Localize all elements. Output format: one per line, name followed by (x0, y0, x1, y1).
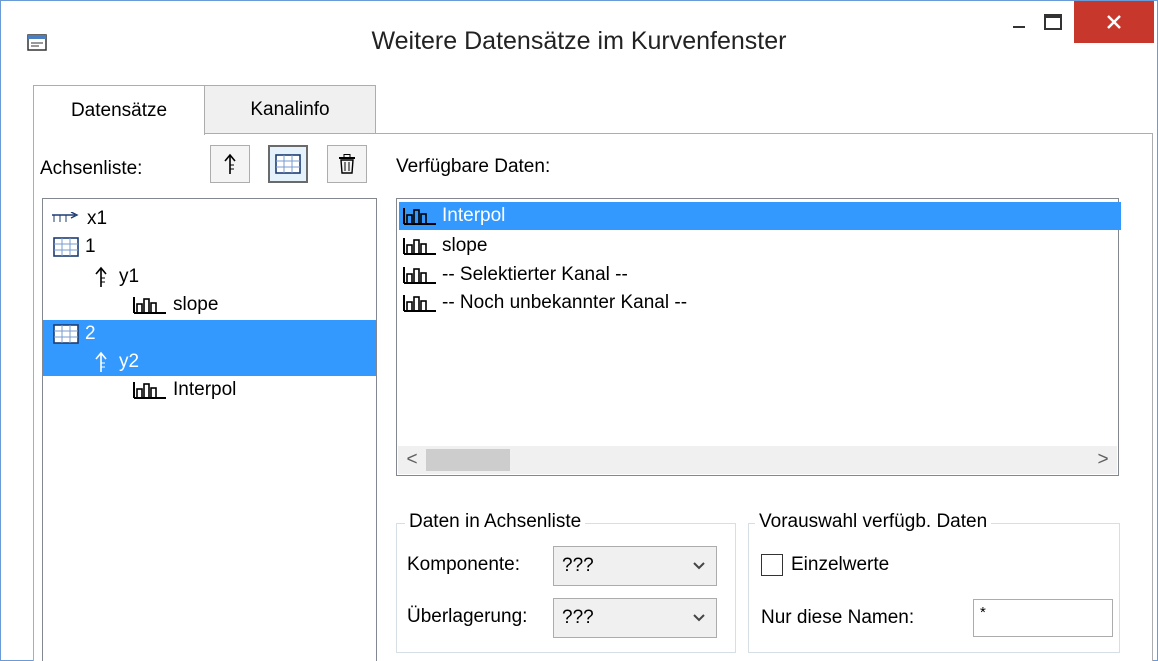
einzelwerte-label: Einzelwerte (791, 554, 890, 575)
grid-frame-icon (53, 324, 79, 344)
tree-item-label: y1 (119, 266, 140, 287)
dialog-client-area: Datensätze Kanalinfo Achsenliste: x1 1 y… (11, 79, 1153, 661)
axis-arrow-icon (95, 351, 107, 372)
vorauswahl-group: Vorauswahl verfügb. Daten Einzelwerte Nu… (748, 511, 1120, 653)
chevron-down-icon (693, 562, 705, 570)
bar-chart-icon (403, 267, 436, 284)
achsenliste-label: Achsenliste: (40, 158, 143, 179)
tree-item-label: y2 (119, 351, 140, 372)
bar-chart-icon (133, 297, 166, 314)
scroll-left-button[interactable]: < (398, 446, 426, 474)
list-item-label: Interpol (442, 205, 506, 226)
tree-item-y2[interactable]: y2 (43, 348, 376, 376)
tab-kanalinfo[interactable]: Kanalinfo (204, 85, 376, 133)
grid-frame-icon (53, 237, 79, 257)
window-title: Weitere Datensätze im Kurvenfenster (371, 27, 787, 55)
close-icon (1107, 15, 1121, 29)
komponente-label: Komponente: (407, 554, 521, 575)
tree-item-frame-1[interactable]: 1 (43, 233, 376, 261)
daten-in-achsenliste-group: Daten in Achsenliste Komponente: ??? Übe… (396, 511, 736, 653)
x-axis-ruler-icon (52, 212, 79, 222)
bar-chart-icon (403, 295, 436, 312)
list-item-slope[interactable]: slope (399, 232, 1121, 260)
group-legend: Vorauswahl verfügb. Daten (755, 511, 992, 533)
maximize-icon (1044, 14, 1062, 30)
tree-item-label: Interpol (173, 379, 237, 400)
verfuegbare-daten-label: Verfügbare Daten: (396, 156, 551, 177)
trash-icon (339, 154, 355, 174)
tree-item-frame-2[interactable]: 2 (43, 320, 376, 348)
scroll-right-button[interactable]: > (1089, 446, 1117, 474)
tree-item-interpol[interactable]: Interpol (43, 376, 376, 404)
list-item-label: -- Selektierter Kanal -- (442, 264, 628, 285)
tree-item-y1[interactable]: y1 (43, 263, 376, 291)
add-axis-button[interactable] (210, 145, 250, 183)
tree-item-slope[interactable]: slope (43, 291, 376, 319)
select-value: ??? (562, 555, 594, 576)
verfuegbare-daten-list[interactable]: Interpol slope -- Selektierter Kanal -- … (396, 198, 1121, 476)
tree-item-x1[interactable]: x1 (43, 205, 376, 233)
nur-diese-namen-label: Nur diese Namen: (761, 607, 915, 628)
bar-chart-icon (133, 382, 166, 399)
tree-item-label: slope (173, 294, 219, 315)
delete-button[interactable] (327, 145, 367, 183)
datensaetze-panel: Achsenliste: x1 1 y1 slope 2 y2 Interpol… (33, 133, 1153, 661)
horizontal-scrollbar[interactable]: < > (398, 446, 1117, 474)
list-item-label: slope (442, 235, 488, 256)
einzelwerte-checkbox[interactable] (761, 554, 783, 576)
bar-chart-icon (403, 208, 436, 225)
list-item-interpol[interactable]: Interpol (399, 202, 1121, 230)
grid-frame-icon (275, 154, 301, 174)
add-frame-button[interactable] (268, 145, 308, 183)
select-value: ??? (562, 607, 594, 628)
ueberlagerung-select[interactable]: ??? (553, 598, 717, 638)
tab-datensaetze[interactable]: Datensätze (33, 85, 205, 135)
bar-chart-icon (403, 238, 436, 255)
ueberlagerung-label: Überlagerung: (407, 606, 528, 627)
minimize-icon (1013, 26, 1025, 28)
tree-item-label: 2 (85, 323, 96, 344)
chevron-down-icon (693, 614, 705, 622)
tree-item-label: x1 (87, 208, 108, 229)
axis-arrow-icon (224, 153, 236, 174)
list-item-selektierter-kanal[interactable]: -- Selektierter Kanal -- (399, 261, 1121, 289)
komponente-select[interactable]: ??? (553, 546, 717, 586)
maximize-button[interactable] (1031, 1, 1075, 43)
list-item-label: -- Noch unbekannter Kanal -- (442, 292, 688, 313)
tree-item-label: 1 (85, 236, 96, 257)
title-bar: Weitere Datensätze im Kurvenfenster (1, 1, 1157, 79)
scrollbar-thumb[interactable] (426, 449, 510, 471)
axis-arrow-icon (95, 266, 107, 287)
list-item-unbekannter-kanal[interactable]: -- Noch unbekannter Kanal -- (399, 289, 1121, 317)
achsenliste-tree[interactable]: x1 1 y1 slope 2 y2 Interpol (42, 198, 377, 661)
dialog-window: Weitere Datensätze im Kurvenfenster Date… (0, 0, 1158, 661)
group-legend: Daten in Achsenliste (405, 511, 586, 533)
close-button[interactable] (1074, 1, 1154, 43)
nur-diese-namen-input[interactable]: * (973, 599, 1113, 637)
